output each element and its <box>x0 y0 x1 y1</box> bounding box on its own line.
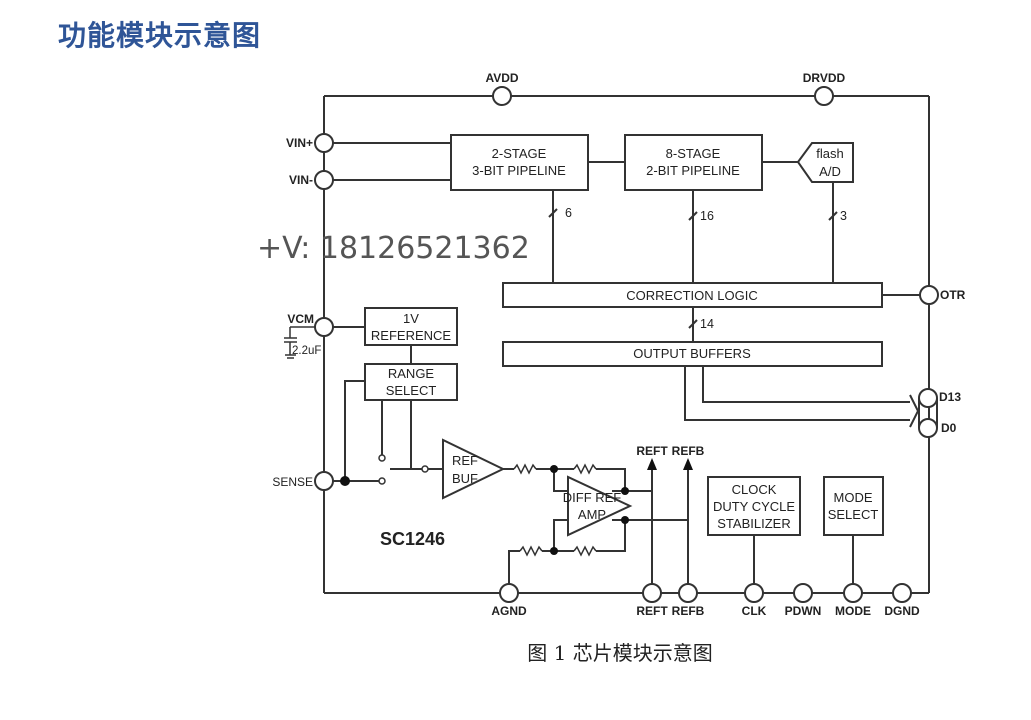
block-mode-select: MODE SELECT <box>823 476 884 536</box>
pin-vin-minus-label: VIN- <box>289 173 313 187</box>
output-bus-arrow <box>684 366 920 428</box>
bus-flash: 3 <box>828 182 847 283</box>
bus-width-16: 16 <box>700 209 714 223</box>
block-2-stage-line1: 2-STAGE <box>492 146 547 161</box>
mode-line2: SELECT <box>828 507 879 522</box>
pin-mode-label: MODE <box>835 604 871 618</box>
block-correction-logic: CORRECTION LOGIC <box>502 282 883 308</box>
pin-clk[interactable]: CLK <box>742 583 767 618</box>
clock-line1: CLOCK <box>732 482 777 497</box>
clock-line2: DUTY CYCLE <box>713 499 795 514</box>
pin-dgnd-label: DGND <box>884 604 920 618</box>
block-range-select: RANGE SELECT <box>364 363 458 401</box>
pin-clk-label: CLK <box>742 604 767 618</box>
bus-pipeline2: 16 <box>688 190 714 283</box>
pin-reft[interactable]: REFT <box>636 583 668 618</box>
pin-d0-label: D0 <box>941 421 957 435</box>
block-flash-line1: flash <box>816 146 843 161</box>
pin-vcm[interactable]: VCM <box>287 312 334 337</box>
resistor-network <box>503 463 688 585</box>
pin-agnd-label: AGND <box>491 604 527 618</box>
block-8-stage-line2: 2-BIT PIPELINE <box>646 163 740 178</box>
block-8-stage-line1: 8-STAGE <box>666 146 721 161</box>
diff-amp-line2: AMP <box>578 507 606 522</box>
vcm-cap-value: 2.2uF <box>292 345 321 357</box>
block-flash-adc: flash A/D <box>796 142 854 183</box>
pin-refb-label: REFB <box>672 604 705 618</box>
reft-top-label: REFT <box>636 444 668 458</box>
reft-arrow: REFT <box>636 444 668 585</box>
amp-ref-buf: REF BUF <box>442 438 506 500</box>
block-flash-line2: A/D <box>819 164 841 179</box>
bus-width-14: 14 <box>700 317 714 331</box>
pin-reft-label: REFT <box>636 604 668 618</box>
block-8-stage-pipeline: 8-STAGE 2-BIT PIPELINE <box>624 134 763 191</box>
refb-top-label: REFB <box>672 444 705 458</box>
pin-otr[interactable]: OTR <box>919 285 966 305</box>
pin-dgnd[interactable]: DGND <box>884 583 920 618</box>
pin-pdwn[interactable]: PDWN <box>785 583 822 618</box>
block-clock-stabilizer: CLOCK DUTY CYCLE STABILIZER <box>707 476 801 536</box>
bus-width-6: 6 <box>565 206 572 220</box>
pin-vin-plus[interactable]: VIN+ <box>286 133 451 153</box>
pin-drvdd[interactable]: DRVDD <box>803 71 846 106</box>
block-output-buffers: OUTPUT BUFFERS <box>502 341 883 367</box>
pin-mode[interactable]: MODE <box>835 583 871 618</box>
block-diagram: +V: 18126521362 AVDD DRVDD VIN+ VIN- 2-S… <box>257 71 966 665</box>
bus-pipeline1: 6 <box>548 190 572 283</box>
pin-drvdd-label: DRVDD <box>803 71 846 85</box>
clock-line3: STABILIZER <box>717 516 790 531</box>
pin-vcm-label: VCM <box>287 312 314 326</box>
pin-d13[interactable]: D13 <box>918 388 961 408</box>
block-2-stage-line2: 3-BIT PIPELINE <box>472 163 566 178</box>
figure-caption: 图 1 芯片模块示意图 <box>527 641 712 665</box>
block-output-buffers-label: OUTPUT BUFFERS <box>633 346 751 361</box>
pin-vin-plus-label: VIN+ <box>286 136 313 150</box>
block-reference-line2: REFERENCE <box>371 328 452 343</box>
mode-line1: MODE <box>834 490 873 505</box>
pin-agnd[interactable]: AGND <box>491 583 527 618</box>
pin-vin-minus[interactable]: VIN- <box>289 170 451 190</box>
pin-otr-label: OTR <box>940 288 966 302</box>
block-correction-label: CORRECTION LOGIC <box>626 288 757 303</box>
chip-name: SC1246 <box>380 529 445 549</box>
watermark-text: +V: 18126521362 <box>257 231 530 266</box>
diff-amp-line1: DIFF REF <box>563 490 622 505</box>
block-reference-line1: 1V <box>403 311 419 326</box>
ref-buf-line1: REF <box>452 453 478 468</box>
pin-sense[interactable]: SENSE <box>272 471 334 491</box>
pin-avdd[interactable]: AVDD <box>485 71 519 106</box>
pin-avdd-label: AVDD <box>485 71 518 85</box>
block-1v-reference: 1V REFERENCE <box>364 307 458 346</box>
block-2-stage-pipeline: 2-STAGE 3-BIT PIPELINE <box>450 134 589 191</box>
pin-d13-label: D13 <box>939 390 961 404</box>
bus-width-3: 3 <box>840 209 847 223</box>
pin-refb[interactable]: REFB <box>672 583 705 618</box>
bus-correction: 14 <box>688 307 714 342</box>
pin-pdwn-label: PDWN <box>785 604 822 618</box>
amp-diff-ref: DIFF REF AMP <box>563 475 633 537</box>
block-range-line1: RANGE <box>388 366 435 381</box>
refb-arrow: REFB <box>672 444 705 585</box>
block-range-line2: SELECT <box>386 383 437 398</box>
pin-sense-label: SENSE <box>272 475 313 489</box>
ref-buf-line2: BUF <box>452 471 478 486</box>
